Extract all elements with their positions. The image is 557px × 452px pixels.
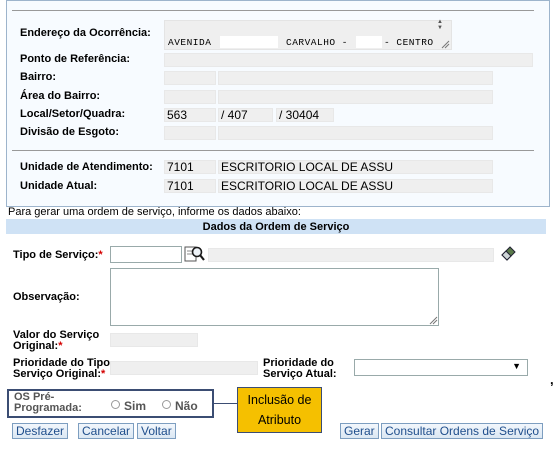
original-priority-label: Prioridade do Tipo Serviço Original:* xyxy=(13,357,110,380)
original-value-label: Valor do Serviço Original:* xyxy=(13,329,100,352)
current-priority-label: Prioridade do Serviço Atual: xyxy=(263,357,337,380)
service-type-label: Tipo de Serviço:* xyxy=(13,249,103,261)
instructions-text: Para gerar uma ordem de serviço, informe… xyxy=(8,206,301,218)
radio-no-label: Não xyxy=(175,399,198,413)
address-street-type: AVENIDA xyxy=(168,37,212,48)
service-type-description xyxy=(208,248,494,262)
scroll-down-icon[interactable]: ▼ xyxy=(437,25,443,31)
service-unit-name: ESCRITORIO LOCAL DE ASSU xyxy=(218,160,493,174)
sewage-division-name-field xyxy=(218,126,493,140)
address-number-field xyxy=(356,36,382,48)
neighborhood-code-field xyxy=(164,71,216,85)
observation-textarea[interactable] xyxy=(110,268,439,326)
current-priority-select[interactable]: ▼ xyxy=(354,359,528,376)
chevron-down-icon: ▼ xyxy=(512,361,521,371)
callout-box: Inclusão de Atributo xyxy=(237,387,322,433)
reference-point-field xyxy=(164,53,533,67)
current-unit-name: ESCRITORIO LOCAL DE ASSU xyxy=(218,179,493,193)
neighborhood-area-name-field xyxy=(218,90,493,104)
resize-handle-icon[interactable] xyxy=(429,316,438,325)
original-value-field xyxy=(110,333,198,347)
radio-yes[interactable] xyxy=(111,400,120,409)
sewage-division-label: Divisão de Esgoto: xyxy=(20,126,120,138)
local-field: 563 xyxy=(164,108,216,122)
service-unit-label: Unidade de Atendimento: xyxy=(20,161,153,173)
radio-no[interactable] xyxy=(162,400,171,409)
service-unit-code: 7101 xyxy=(164,160,216,174)
neighborhood-label: Bairro: xyxy=(20,71,57,83)
undo-button[interactable]: Desfazer xyxy=(12,423,69,439)
section-title: Dados da Ordem de Serviço xyxy=(202,221,350,233)
neighborhood-area-label: Área do Bairro: xyxy=(20,90,101,102)
current-unit-label: Unidade Atual: xyxy=(20,180,98,192)
search-icon[interactable] xyxy=(184,244,206,264)
preprogrammed-label: OS Pré- Programada: xyxy=(14,391,82,414)
block-field: / 30404 xyxy=(276,108,334,122)
generate-button[interactable]: Gerar xyxy=(340,423,379,439)
reference-point-label: Ponto de Referência: xyxy=(20,53,131,65)
cancel-button[interactable]: Cancelar xyxy=(78,423,135,439)
address-blank-field xyxy=(220,36,278,48)
consult-orders-button[interactable]: Consultar Ordens de Serviço xyxy=(381,423,544,439)
observation-label: Observação: xyxy=(13,291,80,303)
sewage-division-code-field xyxy=(164,126,216,140)
divider xyxy=(12,10,534,11)
stray-mark: , xyxy=(550,372,554,387)
radio-yes-label: Sim xyxy=(124,399,147,413)
current-unit-code: 7101 xyxy=(164,179,216,193)
service-type-input[interactable] xyxy=(110,246,182,263)
callout-line-2: Atributo xyxy=(257,413,302,427)
resize-handle-icon[interactable] xyxy=(441,40,450,49)
address-label: Endereço da Ocorrência: xyxy=(20,27,151,39)
eraser-icon[interactable] xyxy=(500,244,517,261)
sector-field: / 407 xyxy=(218,108,273,122)
callout-line-1: Inclusão de xyxy=(247,393,312,407)
callout-connector xyxy=(214,403,238,404)
original-priority-field xyxy=(110,361,258,375)
sector-label: Local/Setor/Quadra: xyxy=(20,108,126,120)
neighborhood-name-field xyxy=(218,71,493,85)
neighborhood-area-code-field xyxy=(164,90,216,104)
back-button[interactable]: Voltar xyxy=(137,423,176,439)
divider xyxy=(12,150,534,151)
address-district: - CENTRO xyxy=(384,37,434,48)
address-street-name: CARVALHO - xyxy=(286,37,349,48)
